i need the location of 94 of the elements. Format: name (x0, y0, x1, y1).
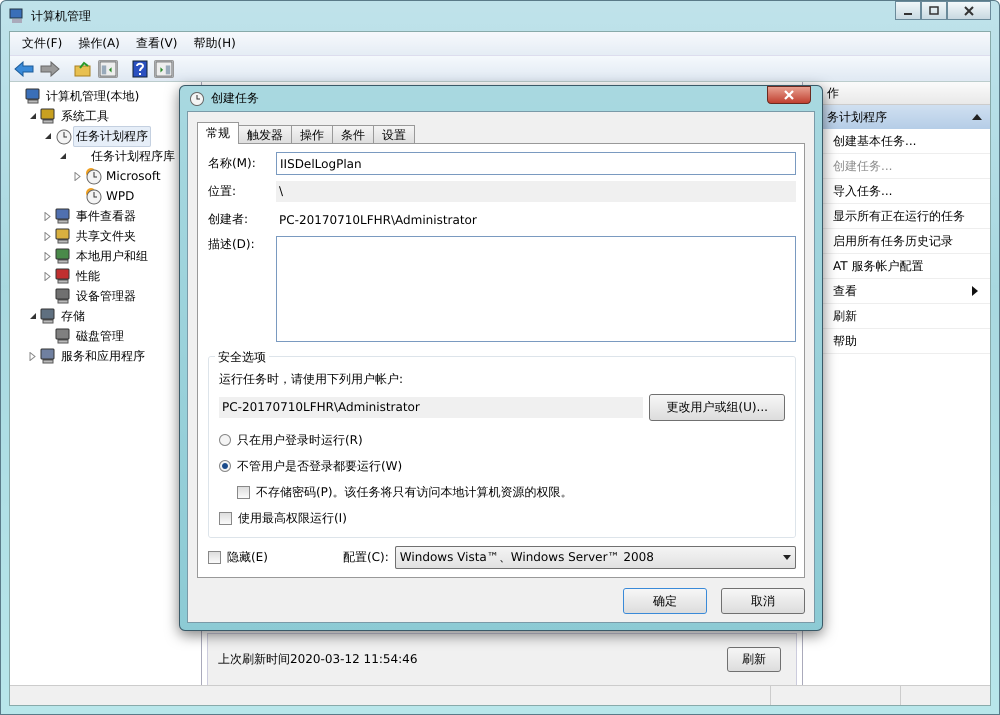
tree-item[interactable]: 磁盘管理 (73, 326, 127, 346)
tab[interactable]: 条件 (332, 125, 374, 144)
dialog-title: 创建任务 (211, 90, 259, 107)
sun-clock-icon (84, 167, 102, 185)
tab[interactable]: 操作 (291, 125, 333, 144)
show-action-pane-icon[interactable] (154, 60, 174, 78)
field-label: 配置(C): (343, 549, 389, 566)
action-item[interactable]: AT 服务帐户配置 (833, 258, 924, 274)
collapsed-arrow-icon[interactable] (44, 252, 52, 260)
location-field: \ (276, 181, 796, 202)
action-item[interactable]: 启用所有任务历史记录 (833, 232, 953, 250)
radio-button[interactable] (219, 460, 231, 472)
window-title: 计算机管理 (31, 8, 91, 24)
close-icon (784, 90, 794, 100)
expanded-arrow-icon[interactable] (28, 112, 36, 120)
radio-label: 只在用户登录时运行(R) (237, 432, 363, 448)
field-label: 名称(M): (208, 155, 257, 172)
menu-item[interactable]: 帮助(H) (185, 34, 244, 53)
tree-item[interactable]: 性能 (73, 266, 103, 286)
description-field[interactable] (276, 236, 796, 342)
tree-item[interactable]: 本地用户和组 (73, 246, 151, 266)
menu-item[interactable]: 操作(A) (70, 34, 128, 53)
field-label: 描述(D): (208, 236, 256, 253)
config-dropdown[interactable]: Windows Vista™、Windows Server™ 2008 (394, 546, 796, 569)
minimize-button[interactable] (895, 1, 921, 20)
ok-button[interactable]: 确定 (623, 588, 707, 614)
tree-item[interactable]: 任务计划程序 (73, 126, 151, 146)
forward-arrow-icon[interactable] (40, 60, 60, 76)
collapsed-arrow-icon[interactable] (44, 232, 52, 240)
expanded-arrow-icon[interactable] (58, 152, 66, 160)
field-label: 创建者: (208, 211, 250, 228)
close-button[interactable] (947, 1, 991, 20)
cancel-button[interactable]: 取消 (721, 588, 805, 614)
tab[interactable]: 设置 (373, 125, 415, 144)
close-button[interactable] (767, 86, 811, 104)
group-legend: 安全选项 (215, 349, 269, 366)
computer-icon (24, 87, 42, 105)
tree-item[interactable]: 存储 (58, 306, 88, 326)
action-item[interactable]: 帮助 (833, 332, 857, 350)
menu-item[interactable]: 查看(V) (128, 34, 186, 53)
checkbox[interactable] (237, 486, 250, 498)
action-item[interactable]: 导入任务... (833, 182, 892, 200)
close-icon (964, 6, 974, 16)
computer-icon (9, 8, 25, 24)
collapsed-arrow-icon[interactable] (28, 352, 36, 360)
last-refresh-text: 上次刷新时间2020-03-12 11:54:46 (218, 651, 418, 668)
minimize-icon (904, 12, 912, 14)
author-value: PC-20170710LFHR\Administrator (278, 212, 478, 226)
tree-item[interactable]: 设备管理器 (73, 286, 139, 306)
expanded-arrow-icon[interactable] (44, 132, 52, 140)
maximize-button[interactable] (921, 1, 947, 20)
caret-icon (783, 555, 791, 560)
radio-button[interactable] (219, 434, 231, 446)
tab[interactable]: 常规 (197, 122, 239, 144)
action-item[interactable]: 刷新 (833, 308, 857, 324)
checkbox-label: 不存储密码(P)。该任务将只有访问本地计算机资源的权限。 (256, 484, 573, 500)
tab[interactable]: 触发器 (238, 125, 292, 144)
menu-item[interactable]: 文件(F) (14, 34, 70, 53)
checkbox[interactable] (219, 512, 232, 524)
tree-item[interactable]: 事件查看器 (73, 206, 139, 226)
change-user-button[interactable]: 更改用户或组(U)... (649, 394, 785, 421)
name-field[interactable]: IISDelLogPlan (276, 152, 796, 175)
account-prompt: 运行任务时，请使用下列用户帐户: (219, 371, 404, 388)
help-icon[interactable] (132, 60, 148, 78)
tree-item[interactable]: Microsoft (103, 167, 164, 185)
tree-item[interactable]: WPD (103, 187, 138, 205)
clock-icon (54, 127, 72, 145)
folder-up-icon[interactable] (74, 60, 92, 76)
tree-item[interactable]: 计算机管理(本地) (43, 86, 142, 106)
tree-item[interactable]: 服务和应用程序 (58, 346, 148, 366)
radio-label: 不管用户是否登录都要运行(W) (237, 458, 402, 474)
tree-item[interactable]: 系统工具 (58, 106, 112, 126)
collapsed-arrow-icon[interactable] (74, 172, 82, 180)
collapsed-arrow-icon[interactable] (44, 272, 52, 280)
collapse-icon[interactable] (972, 114, 982, 120)
refresh-button[interactable]: 刷新 (727, 647, 781, 672)
sun-clock-icon (84, 187, 102, 205)
maximize-icon (929, 6, 939, 16)
actions-header: 作 (803, 82, 990, 105)
field-label: 位置: (208, 183, 238, 200)
action-item[interactable]: 查看 (833, 282, 857, 300)
checkbox-label: 隐藏(E) (227, 549, 269, 566)
show-tree-icon[interactable] (98, 60, 118, 78)
action-item[interactable]: 显示所有正在运行的任务 (833, 208, 965, 224)
clock-icon (189, 90, 205, 106)
back-arrow-icon[interactable] (14, 60, 34, 76)
tree-item[interactable]: 共享文件夹 (73, 226, 139, 246)
checkbox[interactable] (208, 551, 221, 564)
tree-item[interactable]: 任务计划程序库 (88, 146, 178, 166)
collapsed-arrow-icon[interactable] (44, 212, 52, 220)
account-field: PC-20170710LFHR\Administrator (219, 397, 644, 418)
action-item[interactable]: 创建基本任务... (833, 132, 916, 150)
expanded-arrow-icon[interactable] (28, 312, 36, 320)
checkbox-label: 使用最高权限运行(I) (238, 510, 347, 526)
